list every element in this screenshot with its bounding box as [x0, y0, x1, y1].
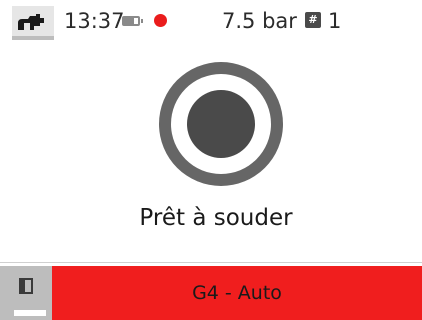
job-number: 1 [328, 9, 342, 33]
welder-mode-button[interactable] [12, 6, 54, 36]
weld-mode-bar[interactable]: G4 - Auto [52, 266, 422, 320]
panel-toggle-button[interactable] [0, 266, 52, 320]
panel-toggle-icon [19, 278, 33, 294]
weld-mode-label: G4 - Auto [192, 282, 282, 304]
pressure-readout: 7.5 bar [222, 9, 297, 33]
battery-icon [122, 16, 143, 26]
status-bar: 13:37 7.5 bar # 1 [0, 0, 422, 44]
welder-mode-icon [18, 14, 44, 30]
job-number-icon: # [305, 12, 321, 28]
ring-core [187, 90, 255, 158]
weld-status-text: Prêt à souder [139, 205, 293, 231]
recording-indicator-icon [154, 14, 167, 27]
panel-toggle-indicator [14, 310, 46, 316]
divider [0, 262, 422, 263]
mode-indicator-bar [12, 36, 54, 40]
clock-time: 13:37 [64, 9, 125, 33]
weld-start-button[interactable] [159, 62, 283, 186]
welder-screen: 13:37 7.5 bar # 1 Prêt à souder G4 - Aut… [0, 0, 422, 320]
